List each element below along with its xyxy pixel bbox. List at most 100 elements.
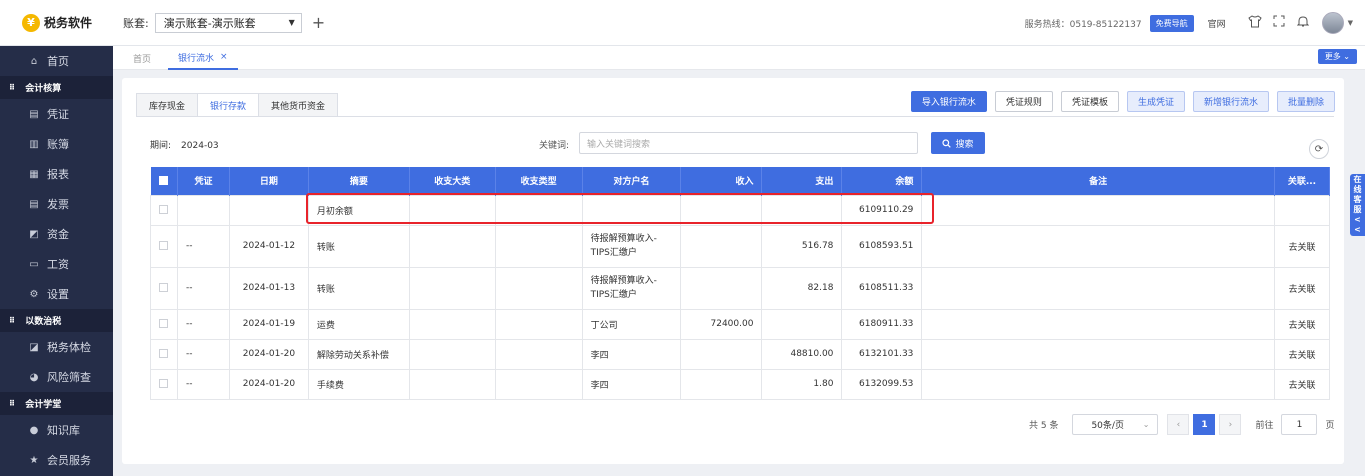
tab-home[interactable]: 首页 <box>133 52 151 65</box>
table-row: -- 2024-01-20 手续费 李四 1.80 6132099.53 去关联 <box>150 368 1331 400</box>
star-icon: ★ <box>29 454 39 466</box>
voucher-rules-button[interactable]: 凭证规则 <box>994 91 1053 112</box>
cell-date: 2024-01-12 <box>228 224 309 268</box>
sidebar-item-label: 首页 <box>47 55 69 68</box>
link-action[interactable]: 去关联 <box>1273 338 1331 370</box>
select-all-checkbox[interactable] <box>159 175 169 185</box>
col-expense: 支出 <box>761 167 843 195</box>
import-statement-button[interactable]: 导入银行流水 <box>910 91 987 112</box>
sidebar: ⌂ 首页 ⠿ 会计核算 ▤ 凭证 ▥ 账簿 ▦ 报表 ▤ 发票 ◩ 资金 ▭ 工资 ⚙ 设置 ⠿ 以… <box>0 46 113 476</box>
sidebar-item-label: 设置 <box>47 288 69 301</box>
add-account-button[interactable]: + <box>312 13 325 32</box>
sidebar-item-label: 账簿 <box>47 138 69 151</box>
sidebar-item-home[interactable]: ⌂ 首页 <box>0 46 113 76</box>
close-icon[interactable]: × <box>220 52 228 62</box>
refresh-icon[interactable]: ⟳ <box>1309 139 1329 159</box>
account-value: 演示账套-演示账套 <box>163 16 256 30</box>
col-summary: 摘要 <box>308 167 410 195</box>
sidebar-group-label: 会计核算 <box>25 84 62 94</box>
col-link: 关联... <box>1274 167 1331 195</box>
col-note: 备注 <box>921 167 1275 195</box>
row-checkbox[interactable] <box>159 349 169 358</box>
website-link[interactable]: 官网 <box>1208 17 1226 30</box>
free-guide-button[interactable]: 免费导航 <box>1149 14 1194 32</box>
col-category: 收支大类 <box>409 167 496 195</box>
logo[interactable]: ¥ 税务软件 <box>0 13 113 32</box>
goto-page-input[interactable]: 1 <box>1281 414 1318 435</box>
sidebar-item-knowledge[interactable]: ● 知识库 <box>0 415 113 445</box>
link-action[interactable]: 去关联 <box>1273 308 1331 340</box>
sidebar-item-invoice[interactable]: ▤ 发票 <box>0 189 113 219</box>
tab-other-funds[interactable]: 其他货币资金 <box>258 93 339 117</box>
batch-delete-button[interactable]: 批量删除 <box>1276 91 1335 112</box>
tab-label: 银行流水 <box>178 53 215 64</box>
row-checkbox[interactable] <box>159 283 169 292</box>
tab-bank-deposit[interactable]: 银行存款 <box>197 93 260 117</box>
cell-voucher: -- <box>176 368 230 400</box>
keyword-label: 关键词: <box>539 141 570 151</box>
pagination: 共 5 条 50条/页 ⌄ ‹ 1 › 前往 1 页 <box>1029 414 1334 435</box>
sidebar-item-risk-screening[interactable]: ◕ 风险筛查 <box>0 362 113 392</box>
cell-voucher: -- <box>176 338 230 370</box>
table-row: -- 2024-01-20 解除劳动关系补偿 李四 48810.00 61321… <box>150 338 1331 370</box>
chevron-down-icon[interactable]: ▼ <box>1348 19 1353 27</box>
toolbar: 导入银行流水 凭证规则 凭证模板 生成凭证 新增银行流水 批量删除 <box>903 91 1335 112</box>
row-checkbox[interactable] <box>159 379 169 388</box>
cell-date: 2024-01-20 <box>228 338 309 370</box>
cell-note <box>921 266 1275 310</box>
caret-down-icon: ▼ <box>288 18 295 27</box>
cell-balance: 6132099.53 <box>841 368 923 400</box>
sidebar-item-tax-check[interactable]: ◪ 税务体检 <box>0 332 113 362</box>
grid-icon: ⠿ <box>9 316 16 325</box>
add-statement-button[interactable]: 新增银行流水 <box>1192 91 1269 112</box>
sidebar-item-voucher[interactable]: ▤ 凭证 <box>0 99 113 129</box>
more-button[interactable]: 更多 ⌄ <box>1317 49 1357 64</box>
sidebar-item-settings[interactable]: ⚙ 设置 <box>0 279 113 309</box>
ledger-icon: ▥ <box>29 138 39 150</box>
online-service-tab[interactable]: 在线客服 < < <box>1350 174 1365 236</box>
avatar[interactable] <box>1321 12 1344 34</box>
tab-cash[interactable]: 库存现金 <box>136 93 199 117</box>
link-action[interactable]: 去关联 <box>1273 368 1331 400</box>
period-value: 2024-03 <box>181 141 219 151</box>
funds-icon: ◩ <box>29 228 39 240</box>
sidebar-item-membership[interactable]: ★ 会员服务 <box>0 445 113 475</box>
shirt-icon[interactable] <box>1244 14 1266 32</box>
logo-icon: ¥ <box>22 13 40 32</box>
sidebar-item-ledger[interactable]: ▥ 账簿 <box>0 129 113 159</box>
row-checkbox[interactable] <box>159 241 169 250</box>
row-checkbox[interactable] <box>159 205 169 214</box>
sidebar-item-reports[interactable]: ▦ 报表 <box>0 159 113 189</box>
tab-divider <box>136 116 1334 117</box>
cell-type <box>494 308 583 340</box>
goto-label: 前往 <box>1255 421 1274 431</box>
cell-balance: 6180911.33 <box>841 308 923 340</box>
prev-page-button[interactable]: ‹ <box>1167 414 1190 435</box>
generate-voucher-button[interactable]: 生成凭证 <box>1126 91 1185 112</box>
cell-type <box>494 224 583 268</box>
tab-bank-statement[interactable]: 银行流水 × <box>168 46 238 70</box>
cell-voucher: -- <box>176 224 230 268</box>
bell-icon[interactable] <box>1292 15 1314 32</box>
cell-voucher: -- <box>176 266 230 310</box>
row-checkbox[interactable] <box>159 319 169 328</box>
cell-summary: 手续费 <box>307 368 410 400</box>
search-button[interactable]: 搜索 <box>931 132 985 154</box>
search-input[interactable]: 输入关键词搜索 <box>579 132 918 154</box>
sidebar-item-payroll[interactable]: ▭ 工资 <box>0 249 113 279</box>
account-type-tabs: 库存现金 银行存款 其他货币资金 <box>136 93 339 117</box>
home-icon: ⌂ <box>30 55 38 67</box>
account-select[interactable]: 演示账套-演示账套 ▼ <box>154 12 302 33</box>
current-page[interactable]: 1 <box>1193 414 1216 435</box>
sidebar-item-funds[interactable]: ◩ 资金 <box>0 219 113 249</box>
next-page-button[interactable]: › <box>1219 414 1242 435</box>
voucher-template-button[interactable]: 凭证模板 <box>1060 91 1119 112</box>
link-action[interactable]: 去关联 <box>1273 266 1331 310</box>
fullscreen-icon[interactable] <box>1268 15 1290 31</box>
sidebar-item-label: 工资 <box>47 258 69 271</box>
search-label: 搜索 <box>955 139 974 150</box>
page-size-select[interactable]: 50条/页 ⌄ <box>1072 414 1159 435</box>
col-voucher: 凭证 <box>177 167 230 195</box>
link-action[interactable]: 去关联 <box>1273 224 1331 268</box>
col-balance: 余额 <box>841 167 923 195</box>
